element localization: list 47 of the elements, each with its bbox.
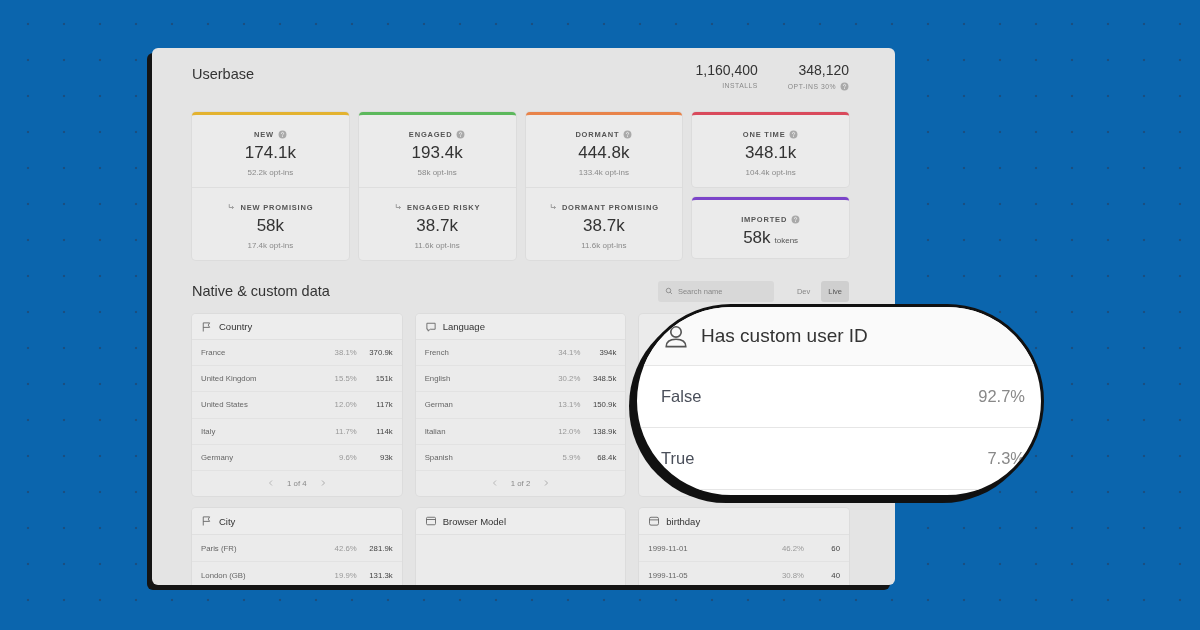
segment-value: 348.1k	[745, 143, 797, 163]
speech-bubble-icon	[424, 320, 437, 333]
segment-value: 58k	[256, 216, 285, 236]
stat-value: 1,160,400	[695, 62, 758, 78]
search-icon	[664, 287, 673, 295]
flag-icon	[201, 515, 213, 527]
row-share: 92.7%	[978, 387, 1025, 406]
opt-ins-count: 17.4k opt-ins	[247, 241, 294, 250]
sub-arrow-icon	[548, 202, 558, 212]
segment-value: 193.4k	[411, 143, 463, 163]
opt-ins-count: 104.4k opt-ins	[745, 168, 796, 177]
help-icon	[623, 129, 633, 139]
browser-window-icon	[424, 515, 437, 527]
section-title: Userbase	[192, 66, 256, 82]
help-icon	[791, 214, 801, 224]
unit-label: tokens	[774, 236, 799, 245]
row-name: True	[661, 449, 696, 468]
segment-value: 58k	[743, 228, 771, 248]
card-title: Language	[442, 321, 485, 333]
segment-value: 174.1k	[244, 143, 296, 163]
opt-ins-count: 52.2k opt-ins	[247, 168, 294, 177]
section-title: Native & custom data	[192, 283, 331, 299]
stat-value: 348,120	[798, 62, 849, 78]
chevron-right-icon	[542, 479, 551, 488]
flag-icon	[201, 320, 213, 333]
segment-value: 38.7k	[416, 216, 458, 236]
user-icon	[663, 323, 689, 349]
card-title: City	[219, 515, 236, 527]
calendar-icon	[648, 515, 661, 527]
card-title: Country	[219, 321, 253, 333]
opt-ins-count: 58k opt-ins	[417, 168, 457, 177]
help-icon	[277, 129, 287, 139]
help-icon	[840, 82, 849, 91]
card-title: birthday	[666, 515, 701, 527]
segment-value: 444.8k	[578, 143, 630, 163]
opt-ins-count: 11.6k opt-ins	[581, 241, 627, 250]
help-icon	[456, 129, 466, 139]
sub-arrow-icon	[227, 202, 237, 212]
chevron-left-icon	[490, 479, 499, 488]
sub-arrow-icon	[393, 202, 403, 212]
help-icon	[789, 129, 799, 139]
card-title: Has custom user ID	[701, 325, 868, 347]
opt-ins-count: 133.4k opt-ins	[578, 168, 629, 177]
row-name: False	[661, 387, 703, 406]
segment-value: 38.7k	[583, 216, 625, 236]
card-title: Browser Model	[442, 515, 506, 527]
opt-ins-count: 11.6k opt-ins	[414, 241, 460, 250]
